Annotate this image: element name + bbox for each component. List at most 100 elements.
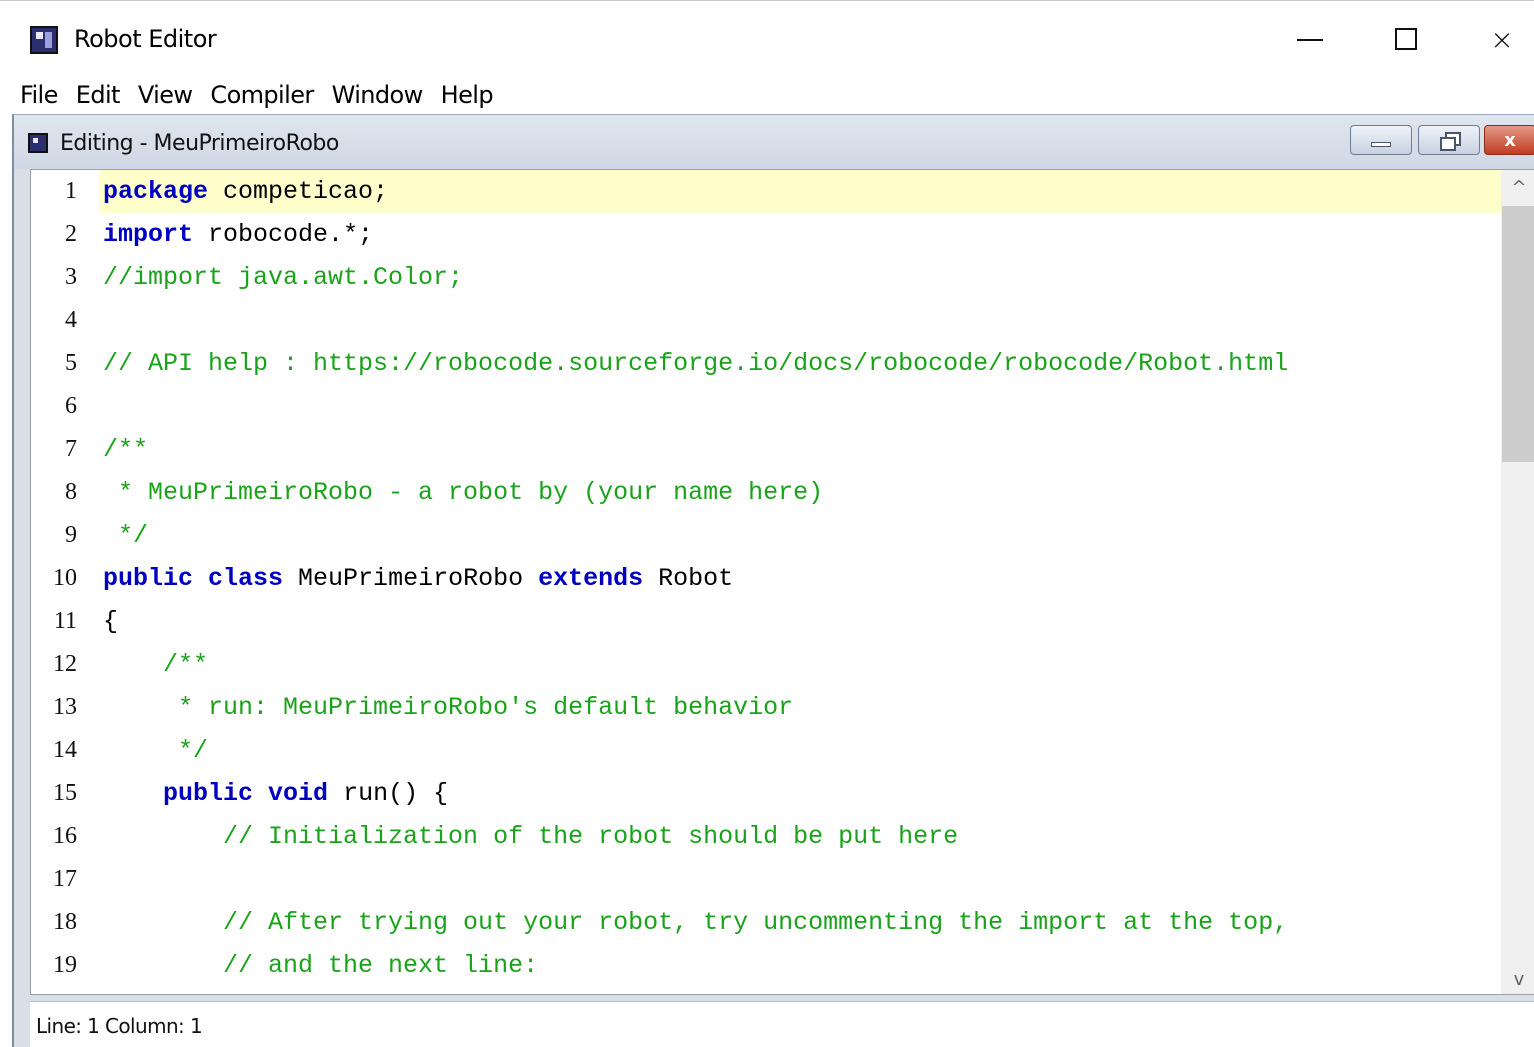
line-number: 8 <box>65 479 77 505</box>
code-token: robocode.*; <box>193 220 374 249</box>
minimize-button[interactable] <box>1262 1 1358 77</box>
code-token: Robot <box>643 564 734 593</box>
comment-token: // Initialization of the robot should be… <box>103 822 959 851</box>
line-number: 13 <box>53 694 77 720</box>
cursor-position-status: Line: 1 Column: 1 <box>36 1014 203 1038</box>
window-title: Robot Editor <box>74 25 217 53</box>
code-line[interactable] <box>99 385 1501 428</box>
code-token: { <box>103 607 119 636</box>
close-button[interactable]: × <box>1454 1 1534 77</box>
internal-frame-title-bar[interactable]: Editing - MeuPrimeiroRobo x <box>14 115 1534 169</box>
line-number: 7 <box>65 436 77 462</box>
line-number: 12 <box>53 651 77 677</box>
line-number: 16 <box>53 823 77 849</box>
restore-icon <box>1440 132 1461 151</box>
comment-token: /** <box>103 650 209 679</box>
keyword-token: import <box>103 220 194 249</box>
code-line[interactable]: // and the next line: <box>99 944 1501 987</box>
code-line[interactable]: // After trying out your robot, try unco… <box>99 901 1501 944</box>
code-line[interactable]: * MeuPrimeiroRobo - a robot by (your nam… <box>99 471 1501 514</box>
comment-token: * run: MeuPrimeiroRobo's default behavio… <box>103 693 794 722</box>
frame-restore-button[interactable] <box>1418 125 1480 155</box>
line-number: 1 <box>65 178 77 204</box>
code-line[interactable]: import robocode.*; <box>99 213 1501 256</box>
code-line[interactable]: */ <box>99 514 1501 557</box>
keyword-token: class <box>208 564 284 593</box>
code-line[interactable]: */ <box>99 729 1501 772</box>
vertical-scrollbar[interactable]: ^ v <box>1501 170 1534 994</box>
internal-frame-title: Editing - MeuPrimeiroRobo <box>60 131 339 156</box>
code-line[interactable]: public void run() { <box>99 772 1501 815</box>
line-number: 17 <box>53 866 77 892</box>
code-line[interactable]: { <box>99 600 1501 643</box>
window-title-bar: Robot Editor × <box>0 0 1534 76</box>
frame-minimize-button[interactable] <box>1350 125 1412 155</box>
maximize-icon <box>1395 28 1417 50</box>
scrollbar-thumb[interactable] <box>1502 206 1534 462</box>
line-number: 6 <box>65 393 77 419</box>
keyword-token: public <box>103 564 194 593</box>
code-line[interactable] <box>99 858 1501 901</box>
line-number: 4 <box>65 307 77 333</box>
line-number: 18 <box>53 909 77 935</box>
menu-view[interactable]: View <box>138 81 193 109</box>
menu-file[interactable]: File <box>20 81 58 109</box>
comment-token: */ <box>103 521 149 550</box>
code-line[interactable]: /** <box>99 643 1501 686</box>
keyword-token: public <box>163 779 254 808</box>
maximize-button[interactable] <box>1358 1 1454 77</box>
minimize-icon <box>1297 39 1323 41</box>
code-line[interactable] <box>99 299 1501 342</box>
code-line[interactable]: //import java.awt.Color; <box>99 256 1501 299</box>
code-line[interactable]: // API help : https://robocode.sourcefor… <box>99 342 1501 385</box>
close-icon: × <box>1490 22 1514 56</box>
code-editor[interactable]: 1 2 3 4 5 6 7 8 9 10 11 12 13 14 15 16 17 18 19 package co… <box>30 169 1534 995</box>
line-number: 2 <box>65 221 77 247</box>
robot-document-icon <box>28 133 48 153</box>
menu-window[interactable]: Window <box>332 81 424 109</box>
comment-token: // and the next line: <box>103 951 539 980</box>
menu-help[interactable]: Help <box>441 81 494 109</box>
comment-token: // After trying out your robot, try unco… <box>103 908 1289 937</box>
line-number: 11 <box>53 608 77 634</box>
frame-close-button[interactable]: x <box>1484 125 1534 155</box>
line-number: 10 <box>53 565 77 591</box>
code-line[interactable]: package competicao; <box>99 170 1501 213</box>
keyword-token: extends <box>538 564 644 593</box>
editor-internal-frame: Editing - MeuPrimeiroRobo x 1 2 3 4 5 6 7 8 9 10 1… <box>12 114 1534 1047</box>
comment-token: /** <box>103 435 149 464</box>
line-number: 14 <box>53 737 77 763</box>
keyword-token: package <box>103 177 209 206</box>
code-token: competicao; <box>208 177 389 206</box>
line-number: 19 <box>53 952 77 978</box>
code-line[interactable]: /** <box>99 428 1501 471</box>
line-number: 5 <box>65 350 77 376</box>
comment-token: // API help : https://robocode.sourcefor… <box>103 349 1289 378</box>
code-line[interactable]: // Initialization of the robot should be… <box>99 815 1501 858</box>
line-number: 3 <box>65 264 77 290</box>
line-number: 9 <box>65 522 77 548</box>
close-icon: x <box>1504 129 1516 151</box>
robot-editor-app-icon <box>30 26 58 54</box>
status-bar: Line: 1 Column: 1 <box>30 1001 1534 1047</box>
minimize-icon <box>1371 141 1391 147</box>
code-line[interactable]: * run: MeuPrimeiroRobo's default behavio… <box>99 686 1501 729</box>
comment-token: //import java.awt.Color; <box>103 263 464 292</box>
menu-compiler[interactable]: Compiler <box>210 81 314 109</box>
code-text-area[interactable]: package competicao; import robocode.*;//i… <box>99 170 1501 994</box>
scroll-up-arrow-icon[interactable]: ^ <box>1501 170 1534 204</box>
line-number: 15 <box>53 780 77 806</box>
keyword-token: void <box>268 779 329 808</box>
code-token: MeuPrimeiroRobo <box>283 564 539 593</box>
code-token: run() { <box>328 779 449 808</box>
menu-bar: File Edit View Compiler Window Help <box>0 76 1534 114</box>
comment-token: */ <box>103 736 209 765</box>
menu-edit[interactable]: Edit <box>76 81 121 109</box>
code-line[interactable]: public class MeuPrimeiroRobo extends Rob… <box>99 557 1501 600</box>
comment-token: * MeuPrimeiroRobo - a robot by (your nam… <box>103 478 824 507</box>
line-number-gutter: 1 2 3 4 5 6 7 8 9 10 11 12 13 14 15 16 17 18 19 <box>31 170 99 994</box>
scroll-down-arrow-icon[interactable]: v <box>1501 962 1534 994</box>
